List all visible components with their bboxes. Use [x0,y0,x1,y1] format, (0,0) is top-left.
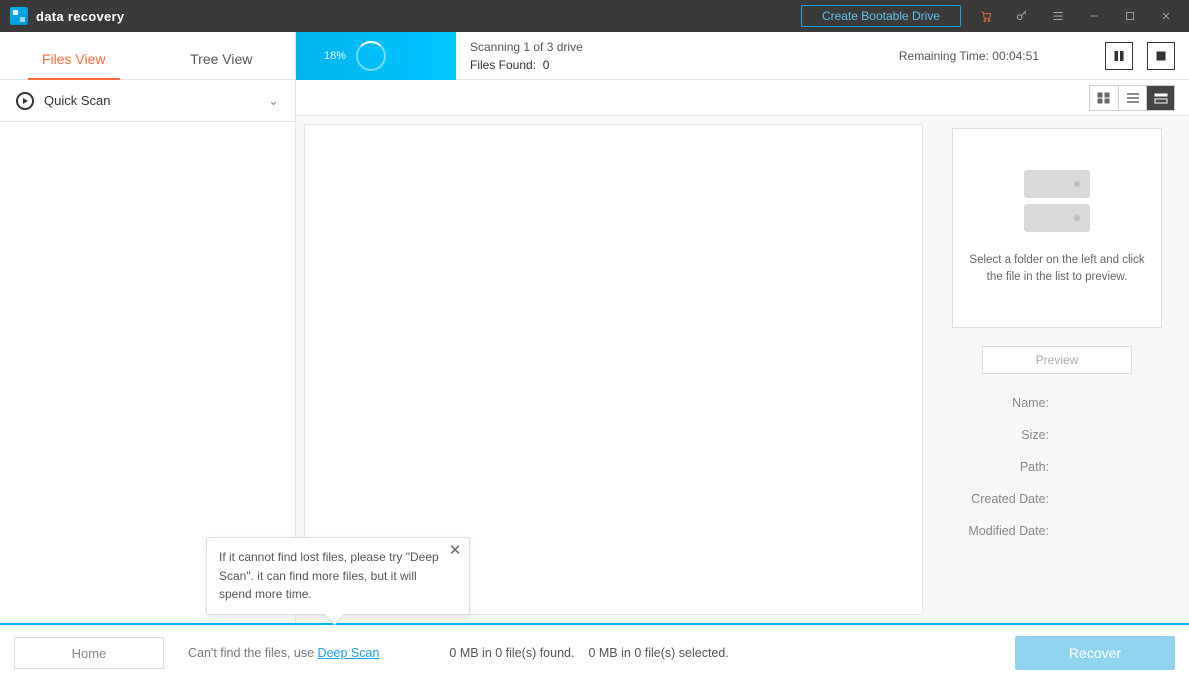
view-mode-switch [1089,85,1175,111]
app-title: data recovery [36,9,124,24]
tab-tree-view[interactable]: Tree View [148,51,296,79]
scan-status-bar: 18% Scanning 1 of 3 drive Files Found: 0… [296,32,1189,80]
app-logo-icon [10,7,28,25]
tooltip-close-button[interactable]: ✕ [447,542,463,558]
main-area: 18% Scanning 1 of 3 drive Files Found: 0… [296,32,1189,623]
footer: Home Can't find the files, use Deep Scan… [0,623,1189,681]
key-icon[interactable] [1011,5,1033,27]
found-summary: 0 MB in 0 file(s) found. [449,646,574,660]
meta-modified: Modified Date: [937,524,1177,538]
preview-button[interactable]: Preview [982,346,1132,374]
quick-scan-label: Quick Scan [44,93,110,108]
recover-button[interactable]: Recover [1015,636,1175,670]
menu-icon[interactable] [1047,5,1069,27]
view-detail-button[interactable] [1146,86,1174,110]
deep-scan-link[interactable]: Deep Scan [318,646,380,660]
quick-scan-row[interactable]: Quick Scan ⌄ [0,80,295,122]
stop-button[interactable] [1147,42,1175,70]
scan-progress: 18% [296,32,456,80]
spinner-icon [356,41,386,71]
sidebar: Files View Tree View Quick Scan ⌄ [0,32,296,623]
remaining-time: Remaining Time: 00:04:51 [899,49,1039,63]
deep-scan-hint: Can't find the files, use Deep Scan [188,646,379,660]
view-toolbar [296,80,1189,116]
window-maximize-button[interactable] [1119,5,1141,27]
tooltip-text: If it cannot find lost files, please try… [219,550,439,601]
tab-files-view[interactable]: Files View [0,51,148,79]
view-grid-button[interactable] [1090,86,1118,110]
preview-box: Select a folder on the left and click th… [952,128,1162,328]
scan-text: Scanning 1 of 3 drive Files Found: 0 [470,38,583,74]
pause-button[interactable] [1105,42,1133,70]
meta-size: Size: [937,428,1177,442]
drive-icon [1024,170,1090,236]
files-found-line: Files Found: 0 [470,56,583,74]
create-bootable-drive-button[interactable]: Create Bootable Drive [801,5,961,27]
meta-name: Name: [937,396,1177,410]
window-close-button[interactable] [1155,5,1177,27]
meta-path: Path: [937,460,1177,474]
sidebar-tabs: Files View Tree View [0,32,295,80]
home-button[interactable]: Home [14,637,164,669]
chevron-down-icon: ⌄ [268,93,279,109]
scan-percent: 18% [324,50,346,62]
selected-summary: 0 MB in 0 file(s) selected. [588,646,728,660]
file-meta: Name: Size: Path: Created Date: Modified… [937,396,1177,556]
cart-icon[interactable] [975,5,997,27]
preview-panel: Select a folder on the left and click th… [937,124,1177,615]
scan-icon [16,92,34,110]
scan-status-line: Scanning 1 of 3 drive [470,38,583,56]
preview-message: Select a folder on the left and click th… [963,252,1151,287]
title-bar: data recovery Create Bootable Drive [0,0,1189,32]
deep-scan-tooltip: ✕ If it cannot find lost files, please t… [206,537,470,615]
window-minimize-button[interactable] [1083,5,1105,27]
meta-created: Created Date: [937,492,1177,506]
view-list-button[interactable] [1118,86,1146,110]
